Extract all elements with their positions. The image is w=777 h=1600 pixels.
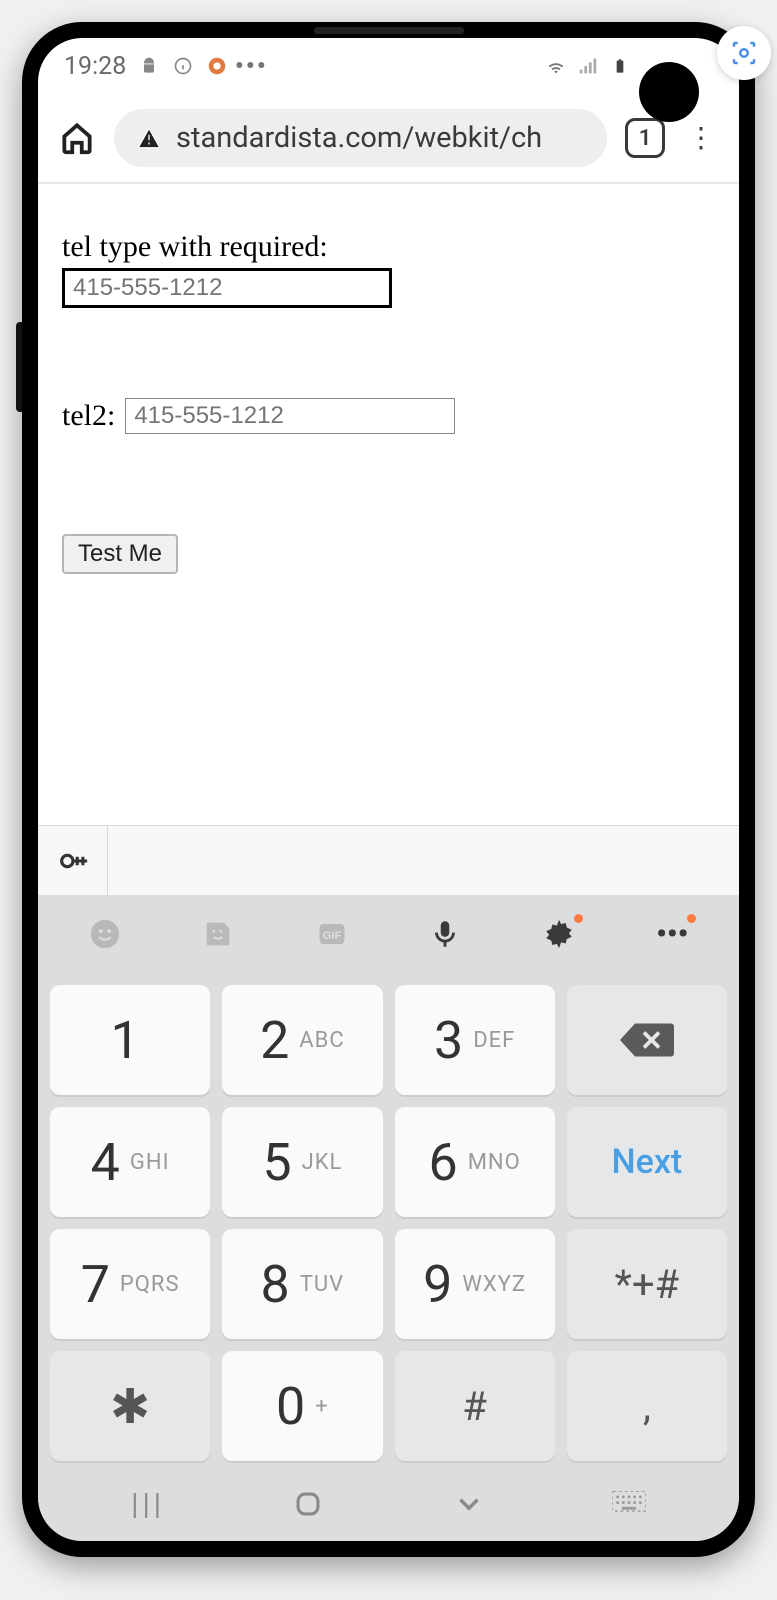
not-secure-icon <box>136 125 162 151</box>
key-8[interactable]: 8TUV <box>222 1229 382 1339</box>
tel2-input[interactable] <box>125 398 455 434</box>
keyboard-more-icon[interactable]: ••• <box>650 912 694 956</box>
browser-menu-button[interactable]: ⋮ <box>683 130 719 147</box>
phone-frame: 19:28 ••• <box>22 22 755 1557</box>
nav-keyboard-switch[interactable] <box>612 1491 646 1517</box>
key-symbols[interactable]: *+# <box>567 1229 727 1339</box>
system-nav-bar: ||| <box>38 1467 739 1541</box>
suggestion-area[interactable] <box>108 826 739 895</box>
key-3[interactable]: 3DEF <box>395 985 555 1095</box>
url-text: standardista.com/webkit/ch <box>176 121 542 155</box>
browser-toolbar: standardista.com/webkit/ch 1 ⋮ <box>38 94 739 184</box>
info-icon <box>172 55 194 77</box>
key-7[interactable]: 7PQRS <box>50 1229 210 1339</box>
sticker-icon[interactable] <box>196 912 240 956</box>
key-4[interactable]: 4GHI <box>50 1107 210 1217</box>
tab-count-button[interactable]: 1 <box>625 118 665 158</box>
screenshot-capture-button[interactable] <box>717 26 771 80</box>
keyboard-toolbar: GIF ••• <box>38 895 739 973</box>
key-0[interactable]: 0+ <box>222 1351 382 1461</box>
address-bar[interactable]: standardista.com/webkit/ch <box>114 109 607 167</box>
numeric-keypad: 1 2ABC 3DEF 4GHI 5JKL 6MNO Next 7PQRS 8T… <box>38 973 739 1467</box>
nav-recents[interactable]: ||| <box>131 1487 165 1522</box>
front-camera <box>639 62 699 122</box>
browser-swirl-icon <box>206 55 228 77</box>
key-5[interactable]: 5JKL <box>222 1107 382 1217</box>
test-me-button[interactable]: Test Me <box>62 534 178 574</box>
key-9[interactable]: 9WXYZ <box>395 1229 555 1339</box>
tel1-input[interactable] <box>62 268 392 308</box>
suggestion-bar <box>38 825 739 895</box>
nav-home[interactable] <box>291 1487 325 1521</box>
wifi-icon <box>545 55 567 77</box>
key-star[interactable]: ✱ <box>50 1351 210 1461</box>
speaker <box>314 27 464 34</box>
gif-icon[interactable]: GIF <box>310 912 354 956</box>
battery-icon <box>609 55 631 77</box>
signal-icon <box>577 55 599 77</box>
page-content: tel type with required: tel2: Test Me <box>38 184 739 574</box>
mic-icon[interactable] <box>423 912 467 956</box>
screen: 19:28 ••• <box>38 38 739 1541</box>
key-next[interactable]: Next <box>567 1107 727 1217</box>
password-key-icon[interactable] <box>38 826 108 895</box>
key-1[interactable]: 1 <box>50 985 210 1095</box>
key-6[interactable]: 6MNO <box>395 1107 555 1217</box>
tel2-label: tel2: <box>62 399 115 433</box>
status-more-icon: ••• <box>240 55 262 77</box>
key-2[interactable]: 2ABC <box>222 985 382 1095</box>
tel1-label: tel type with required: <box>62 230 715 264</box>
status-time: 19:28 <box>64 52 126 81</box>
status-bar: 19:28 ••• <box>38 38 739 94</box>
keyboard: GIF ••• 1 2ABC 3DEF 4GHI 5JKL <box>38 825 739 1541</box>
key-comma[interactable]: , <box>567 1351 727 1461</box>
key-backspace[interactable] <box>567 985 727 1095</box>
nav-back[interactable] <box>452 1487 486 1521</box>
keyboard-settings-icon[interactable] <box>537 912 581 956</box>
key-hash[interactable]: # <box>395 1351 555 1461</box>
svg-text:GIF: GIF <box>322 930 341 942</box>
android-icon <box>138 55 160 77</box>
tab-count-value: 1 <box>639 126 652 151</box>
emoji-icon[interactable] <box>83 912 127 956</box>
home-icon[interactable] <box>58 119 96 157</box>
